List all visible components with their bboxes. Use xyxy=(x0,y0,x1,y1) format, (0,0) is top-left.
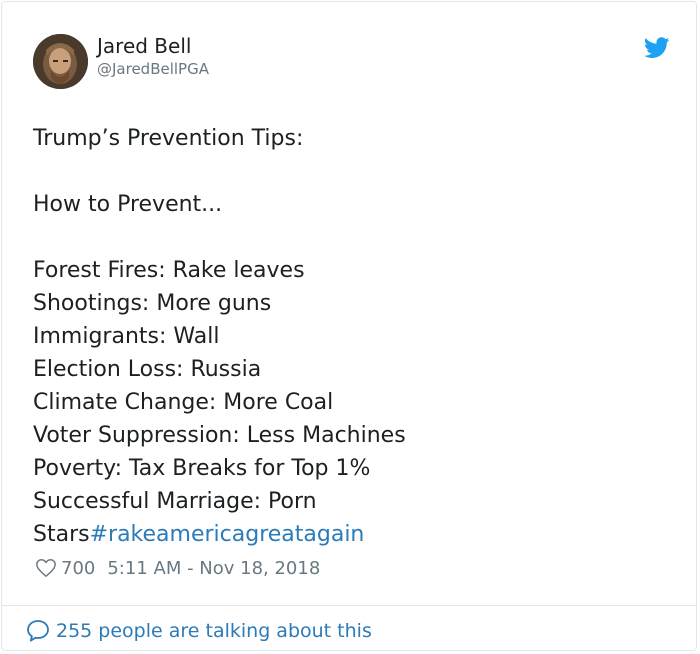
tip-item: Immigrants: Wall xyxy=(33,324,220,349)
tip-item: Voter Suppression: Less Machines xyxy=(33,423,406,448)
heart-icon[interactable] xyxy=(35,557,57,579)
hashtag-link[interactable]: #rakeamericagreatagain xyxy=(90,522,365,547)
tip-item: Successful Marriage: Porn xyxy=(33,489,317,514)
avatar[interactable] xyxy=(33,34,88,89)
tip-item: Forest Fires: Rake leaves xyxy=(33,258,305,283)
author-name[interactable]: Jared Bell xyxy=(97,34,191,58)
speech-bubble-icon xyxy=(27,620,49,642)
tweet-subheading: How to Prevent... xyxy=(33,192,223,217)
tweet-heading: Trump’s Prevention Tips: xyxy=(33,126,304,151)
tweet-meta: 700 5:11 AM - Nov 18, 2018 xyxy=(35,555,320,581)
divider xyxy=(2,605,696,606)
tweet-text: Trump’s Prevention Tips: How to Prevent.… xyxy=(33,122,673,551)
tip-item-last: Stars#rakeamericagreatagain xyxy=(33,518,673,551)
conversation-label: 255 people are talking about this xyxy=(56,620,372,642)
avatar-image xyxy=(33,34,88,89)
conversation-link[interactable]: 255 people are talking about this xyxy=(25,617,372,645)
timestamp-link[interactable]: 5:11 AM - Nov 18, 2018 xyxy=(107,558,320,579)
twitter-bird-icon[interactable] xyxy=(644,37,670,59)
like-count[interactable]: 700 xyxy=(61,558,95,579)
tip-item-last-text: Stars xyxy=(33,522,90,547)
tweet-card: Jared Bell @JaredBellPGA Trump’s Prevent… xyxy=(1,1,697,651)
author-handle[interactable]: @JaredBellPGA xyxy=(97,60,209,78)
tip-item: Election Loss: Russia xyxy=(33,357,262,382)
tip-item: Shootings: More guns xyxy=(33,291,272,316)
tip-item: Climate Change: More Coal xyxy=(33,390,334,415)
tip-item: Poverty: Tax Breaks for Top 1% xyxy=(33,456,371,481)
